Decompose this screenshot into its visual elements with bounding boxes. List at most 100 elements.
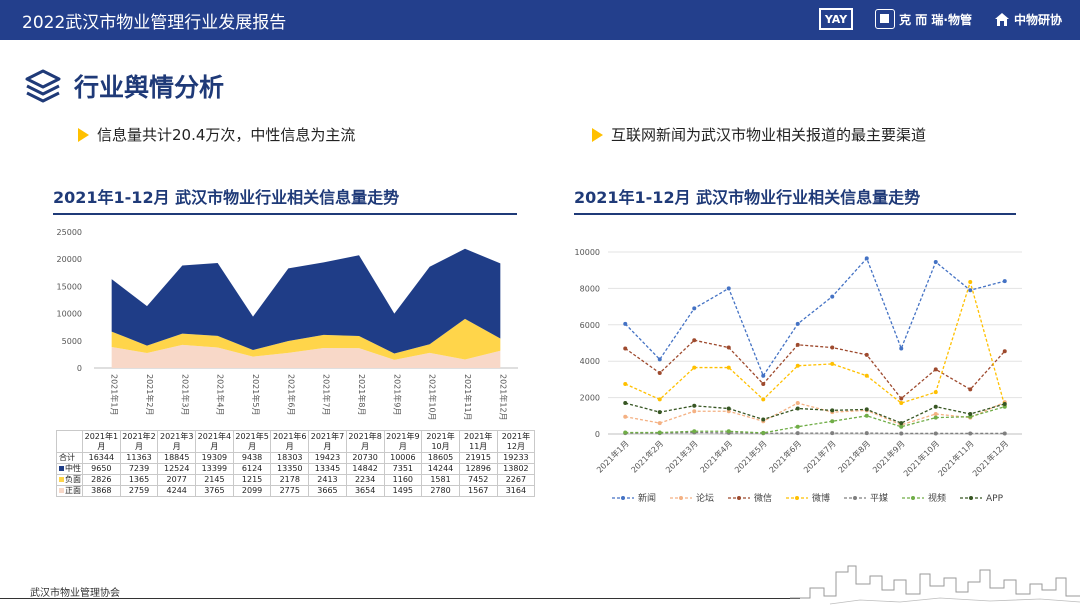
table-cell: 1215 xyxy=(232,474,272,486)
y-tick-label: 25000 xyxy=(57,228,82,237)
x-tick-label: 2021年8月 xyxy=(357,374,367,415)
table-cell: 2145 xyxy=(195,474,234,486)
table-header-cell: 2021年9月 xyxy=(383,430,423,453)
legend-label: 微博 xyxy=(812,492,830,504)
area-data-table: 2021年1月 2021年2月 2021年3月 2021年4月 2021年5月 2021年… xyxy=(56,430,536,497)
table-header-cell: 2021年1月 xyxy=(82,430,121,453)
x-tick-label: 2021年6月 xyxy=(286,374,296,415)
line-series-微信 xyxy=(624,339,1006,400)
bullet-right: 互联网新闻为武汉市物业相关报道的最主要渠道 xyxy=(592,124,926,145)
data-point xyxy=(657,371,662,376)
x-tick-label: 2021年1月 xyxy=(594,438,630,474)
table-cell: 16344 xyxy=(82,452,121,464)
data-point xyxy=(864,256,869,261)
table-cell: 7239 xyxy=(119,463,159,475)
data-point xyxy=(761,417,766,422)
table-cell: 12896 xyxy=(458,463,498,475)
table-cell: 6124 xyxy=(232,463,272,475)
table-row-label: 负面 xyxy=(56,474,83,486)
data-point xyxy=(692,365,697,370)
data-point xyxy=(968,431,973,436)
data-point xyxy=(968,280,973,285)
table-cell: 2234 xyxy=(345,474,385,486)
table-header-cell: 2021年3月 xyxy=(157,430,197,453)
data-point xyxy=(795,424,800,429)
table-cell: 2759 xyxy=(119,485,159,497)
table-cell: 2780 xyxy=(421,485,460,497)
table-cell: 2775 xyxy=(270,485,310,497)
legend-label: APP xyxy=(986,494,1004,504)
footer-line xyxy=(0,598,800,599)
table-header-cell: 2021年6月 xyxy=(270,430,310,453)
data-point xyxy=(623,381,628,386)
x-tick-label: 2021年3月 xyxy=(180,374,190,415)
right-chart-rule xyxy=(574,213,1016,215)
house-icon xyxy=(994,13,1009,26)
x-tick-label: 2021年9月 xyxy=(392,374,402,415)
table-row: 中性 9650 7239 12524 13399 6124 13350 13345 14842 7… xyxy=(56,463,536,475)
association-logo-text: 中物研协 xyxy=(1013,12,1062,27)
line-series-论坛 xyxy=(625,401,1006,426)
footer-org: 武汉市物业管理协会 xyxy=(30,588,120,599)
y-tick-label: 6000 xyxy=(580,321,600,330)
table-header-cell: 2021年8月 xyxy=(345,430,385,453)
table-cell: 1581 xyxy=(421,474,460,486)
x-tick-label: 2021年5月 xyxy=(732,438,768,474)
triangle-bullet-icon xyxy=(592,127,603,142)
data-point xyxy=(1002,349,1007,354)
data-point xyxy=(657,430,662,435)
legend-marker xyxy=(969,496,973,500)
table-cell: 4244 xyxy=(157,485,197,497)
yay-logo: YAY xyxy=(819,8,854,30)
x-tick-label: 2021年12月 xyxy=(970,438,1010,478)
table-header-cell: 2021年2月 xyxy=(119,430,159,453)
table-cell: 12524 xyxy=(157,463,197,475)
legend-swatch xyxy=(59,477,64,482)
data-point xyxy=(623,346,628,351)
partner-logos: YAY 克 而 瑞·物管 中物研协 xyxy=(819,8,1062,30)
legend-marker xyxy=(621,496,625,500)
table-cell: 19233 xyxy=(496,452,536,464)
x-tick-label: 2021年4月 xyxy=(216,374,226,415)
line-series-平媒 xyxy=(625,431,1005,435)
data-point xyxy=(795,342,800,347)
table-cell: 1365 xyxy=(119,474,159,486)
legend-item: 微博 xyxy=(786,492,830,504)
data-point xyxy=(623,401,628,406)
bullet-right-text: 互联网新闻为武汉市物业相关报道的最主要渠道 xyxy=(611,126,927,144)
x-tick-label: 2021年2月 xyxy=(629,438,665,474)
data-point xyxy=(968,387,973,392)
data-point xyxy=(657,410,662,415)
table-header-cell: 2021年11月 xyxy=(458,430,498,453)
data-point xyxy=(830,345,835,350)
table-cell: 2077 xyxy=(157,474,197,486)
table-cell: 1495 xyxy=(383,485,423,497)
bullet-left: 信息量共计20.4万次，中性信息为主流 xyxy=(78,124,355,145)
right-chart-title: 2021年1-12月 武汉市物业行业相关信息量走势 xyxy=(574,188,921,207)
data-point xyxy=(968,411,973,416)
data-point xyxy=(830,431,835,436)
data-point xyxy=(1002,401,1007,406)
data-point xyxy=(1002,431,1007,436)
data-point xyxy=(899,401,904,406)
data-point xyxy=(726,286,731,291)
legend-label: 视频 xyxy=(928,492,946,504)
y-tick-label: 20000 xyxy=(57,255,82,264)
legend-marker xyxy=(911,496,915,500)
table-cell: 18605 xyxy=(421,452,460,464)
x-tick-label: 2021年7月 xyxy=(801,438,837,474)
table-cell: 14244 xyxy=(421,463,460,475)
table-row: 合计 16344 11363 18845 19309 9438 18303 19423 2073… xyxy=(56,452,536,464)
data-point xyxy=(933,260,938,265)
legend-marker xyxy=(737,496,741,500)
data-point xyxy=(864,413,869,418)
data-point xyxy=(657,421,662,426)
x-tick-label: 2021年7月 xyxy=(322,374,332,415)
y-tick-label: 15000 xyxy=(57,282,82,291)
x-tick-label: 2021年11月 xyxy=(463,374,473,421)
table-cell: 18303 xyxy=(270,452,310,464)
legend-label: 新闻 xyxy=(638,492,656,504)
table-cell: 19309 xyxy=(195,452,234,464)
data-point xyxy=(899,396,904,401)
legend-item: 新闻 xyxy=(612,492,656,504)
